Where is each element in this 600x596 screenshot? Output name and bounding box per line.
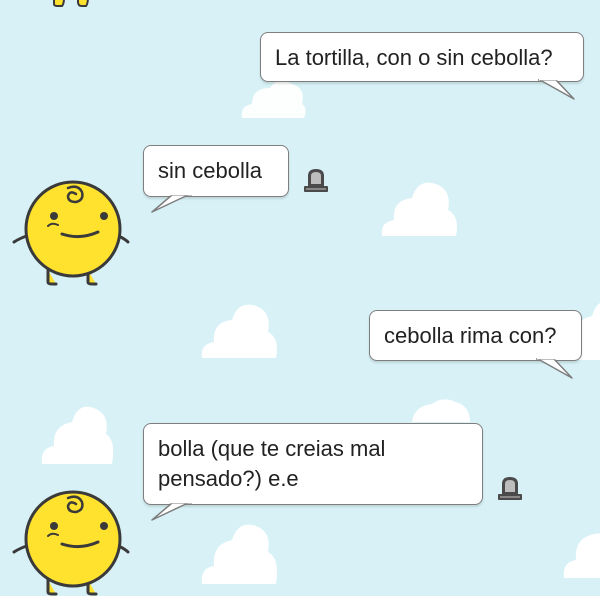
cloud-decoration xyxy=(412,399,470,422)
cloud-decoration xyxy=(563,533,600,578)
simsimi-avatar-icon xyxy=(12,490,130,596)
simsimi-message-bubble[interactable]: sin cebolla xyxy=(143,145,289,197)
bubble-tail xyxy=(536,358,573,379)
simsimi-message-bubble[interactable]: bolla (que te creias mal pensado?) e.e xyxy=(143,423,483,505)
cloud-decoration xyxy=(41,406,114,464)
cloud-decoration xyxy=(201,524,277,584)
siren-icon[interactable] xyxy=(301,166,331,194)
message-text: sin cebolla xyxy=(158,158,262,183)
cloud-decoration xyxy=(201,304,277,358)
simsimi-avatar-icon xyxy=(12,180,130,286)
cloud-decoration xyxy=(381,182,457,236)
message-text: La tortilla, con o sin cebolla? xyxy=(275,45,553,70)
chat-area[interactable]: La tortilla, con o sin cebolla? sin cebo… xyxy=(0,0,600,596)
simsimi-avatar-icon xyxy=(53,0,89,7)
user-message-bubble[interactable]: cebolla rima con? xyxy=(369,310,582,361)
message-text: bolla (que te creias mal pensado?) e.e xyxy=(158,436,386,491)
bubble-tail xyxy=(151,502,192,521)
bubble-tail xyxy=(151,194,192,213)
user-message-bubble[interactable]: La tortilla, con o sin cebolla? xyxy=(260,32,584,82)
bubble-tail xyxy=(538,79,575,100)
siren-icon[interactable] xyxy=(495,474,525,502)
message-text: cebolla rima con? xyxy=(384,323,557,348)
